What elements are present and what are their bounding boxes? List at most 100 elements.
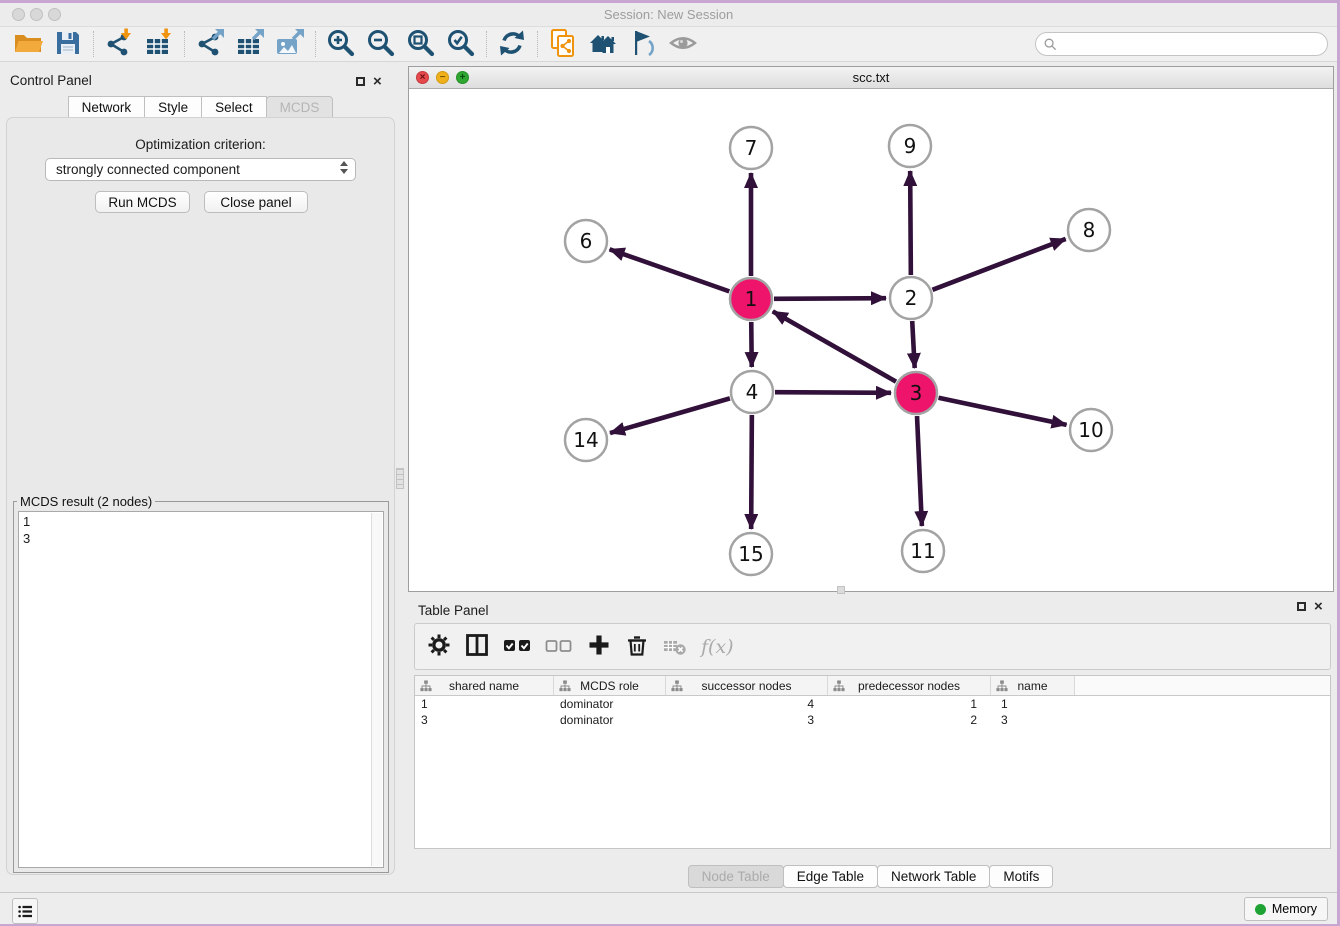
graph-node-7[interactable]: 7 [730,127,772,169]
network-canvas[interactable]: 7 9 6 8 1 2 4 3 14 10 15 11 [409,90,1333,591]
main-toolbar [0,27,1337,62]
tab-network-table[interactable]: Network Table [877,865,990,888]
svg-text:7: 7 [745,136,758,160]
export-table-button[interactable] [230,29,270,60]
column-header-MCDS-role[interactable]: MCDS role [554,676,666,695]
graph-edge-4-15[interactable] [751,415,752,529]
tab-network[interactable]: Network [68,96,146,119]
graph-edge-2-3[interactable] [912,321,914,368]
deselect-all-button[interactable] [545,632,573,662]
select-all-button[interactable] [503,632,531,662]
graph-edge-4-3[interactable] [775,392,891,393]
export-image-button[interactable] [270,29,310,60]
column-header-predecessor-nodes[interactable]: predecessor nodes [828,676,991,695]
table-cell: 4 [666,696,828,712]
zoom-selected-button[interactable] [441,29,481,60]
import-network-button[interactable] [99,29,139,60]
graph-node-3[interactable]: 3 [895,372,937,414]
graph-node-8[interactable]: 8 [1068,209,1110,251]
zoom-out-button[interactable] [361,29,401,60]
mcds-result-line: 3 [23,531,379,548]
table-cell: 1 [828,696,991,712]
tab-edge-table[interactable]: Edge Table [783,865,878,888]
column-header-label: shared name [449,679,519,693]
mcds-result-list[interactable]: 13 [18,511,384,868]
graph-edge-4-14[interactable] [610,398,730,433]
node-table[interactable]: shared name MCDS rolesuccessor nodesprede… [414,675,1331,849]
graph-node-4[interactable]: 4 [731,371,773,413]
graph-node-14[interactable]: 14 [565,419,607,461]
memory-button[interactable]: Memory [1244,897,1328,921]
close-panel-button[interactable]: Close panel [204,191,308,213]
float-table-panel-icon[interactable] [1297,602,1306,611]
svg-text:14: 14 [573,428,598,452]
table-row[interactable]: 3dominator323 [415,712,1330,728]
graph-node-11[interactable]: 11 [902,530,944,572]
graph-edge-3-10[interactable] [939,398,1067,425]
graph-edge-2-9[interactable] [910,171,911,275]
float-panel-icon[interactable] [356,77,365,86]
tab-mcds[interactable]: MCDS [266,96,334,119]
vertical-splitter-grip[interactable] [396,468,404,489]
svg-text:2: 2 [905,286,918,310]
open-browser-button[interactable] [583,29,623,60]
svg-text:6: 6 [580,229,593,253]
status-bar: Memory [0,892,1337,924]
column-header-name[interactable]: name [991,676,1075,695]
table-cell: 1 [991,696,1075,712]
apply-layout-button[interactable] [492,29,532,60]
graph-node-1[interactable]: 1 [730,278,772,320]
clone-network-button[interactable] [543,29,583,60]
column-header-successor-nodes[interactable]: successor nodes [666,676,828,695]
table-cell: 1 [415,696,554,712]
graph-edge-1-6[interactable] [610,249,730,291]
memory-button-label: Memory [1272,902,1317,916]
search-icon [1044,38,1057,51]
network-window-titlebar[interactable]: × − + scc.txt [409,67,1333,89]
graph-edge-2-8[interactable] [932,239,1065,290]
mcds-result-scrollbar[interactable] [371,513,382,866]
task-history-button[interactable] [12,898,38,924]
zoom-fit-button[interactable] [401,29,441,60]
graph-edge-3-1[interactable] [773,311,896,381]
window-titlebar: Session: New Session [0,3,1337,27]
tab-style[interactable]: Style [144,96,202,119]
column-settings-button[interactable] [427,632,451,662]
search-box[interactable] [1035,32,1328,56]
delete-column-button[interactable] [625,632,649,662]
close-panel-icon[interactable]: × [373,76,382,87]
mcds-panel: Optimization criterion: strongly connect… [6,117,395,875]
graph-node-15[interactable]: 15 [730,533,772,575]
graph-node-10[interactable]: 10 [1070,409,1112,451]
toggle-views-button[interactable] [465,632,489,662]
tab-select[interactable]: Select [201,96,267,119]
export-network-button[interactable] [190,29,230,60]
horizontal-splitter-grip[interactable] [837,586,845,594]
graph-edge-1-2[interactable] [774,298,886,299]
column-header-shared-name[interactable]: shared name [415,676,554,695]
table-row[interactable]: 1dominator411 [415,696,1330,712]
zoom-in-button[interactable] [321,29,361,60]
save-session-button[interactable] [48,29,88,60]
zoom-fit-icon [406,28,436,61]
search-input[interactable] [1062,37,1327,51]
import-table-button[interactable] [139,29,179,60]
graph-node-2[interactable]: 2 [890,277,932,319]
toggle-graphics-button[interactable] [623,29,663,60]
control-panel-tabs: NetworkStyleSelectMCDS [0,96,402,119]
close-table-panel-icon[interactable]: × [1314,601,1323,612]
criterion-dropdown[interactable]: strongly connected component [45,158,356,181]
graph-node-9[interactable]: 9 [889,125,931,167]
table-delete-icon [663,635,687,659]
tab-motifs[interactable]: Motifs [989,865,1053,888]
graph-edge-3-11[interactable] [917,416,922,526]
open-session-button[interactable] [8,29,48,60]
tab-node-table[interactable]: Node Table [688,865,784,888]
run-mcds-button[interactable]: Run MCDS [95,191,190,213]
eye-icon [668,28,698,61]
show-hide-button[interactable] [663,29,703,60]
graph-node-6[interactable]: 6 [565,220,607,262]
application-window: Session: New Session Control Panel × Net… [0,3,1337,924]
add-column-button[interactable] [587,632,611,662]
list-icon [18,905,33,918]
